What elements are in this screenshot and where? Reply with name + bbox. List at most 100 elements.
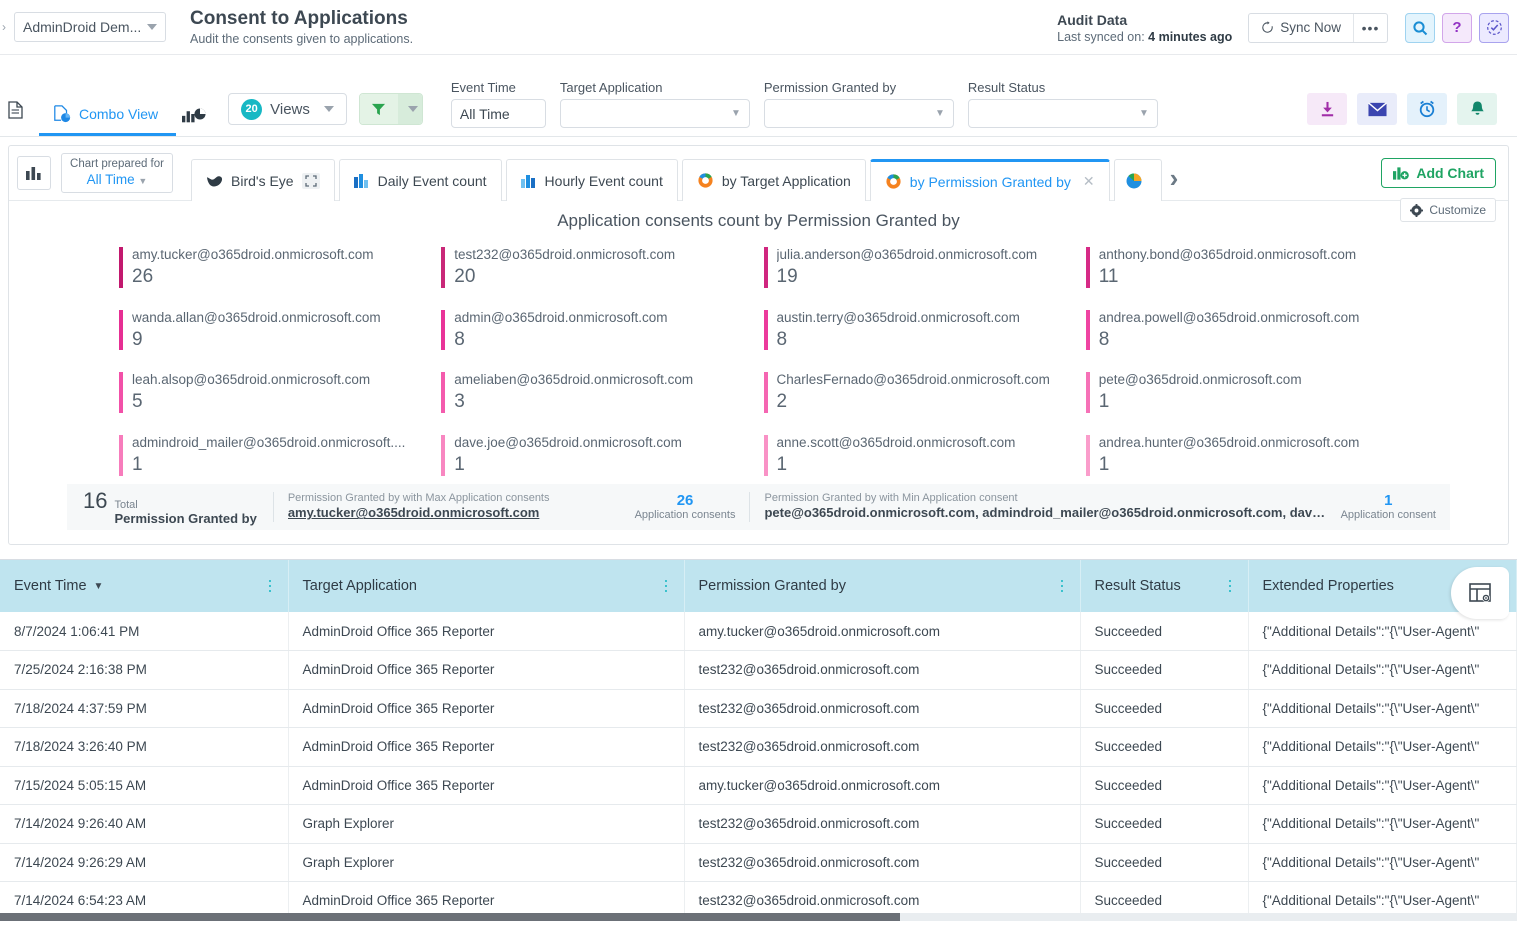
add-chart-button[interactable]: Add Chart	[1381, 158, 1496, 188]
cell-extended-properties: {"Additional Details":"{\"User-Agent\"	[1248, 651, 1517, 690]
kpi-item[interactable]: test232@o365droid.onmicrosoft.com 20	[441, 247, 763, 288]
table-row[interactable]: 7/25/2024 2:16:38 PM AdminDroid Office 3…	[0, 651, 1517, 690]
summary-max-value[interactable]: amy.tucker@o365droid.onmicrosoft.com	[288, 505, 623, 522]
kpi-item[interactable]: ameliaben@o365droid.onmicrosoft.com 3	[441, 372, 763, 413]
filter-button[interactable]	[360, 94, 398, 124]
sync-now-label: Sync Now	[1280, 20, 1341, 35]
filter-result-status-select[interactable]: ▼	[968, 99, 1158, 128]
kpi-item[interactable]: dave.joe@o365droid.onmicrosoft.com 1	[441, 435, 763, 476]
chart-tab-extra[interactable]	[1114, 159, 1162, 201]
kpi-item[interactable]: andrea.hunter@o365droid.onmicrosoft.com …	[1086, 435, 1408, 476]
table-header-target-application-label: Target Application	[303, 578, 417, 594]
table-header-target-application[interactable]: Target Application ⋮	[288, 560, 684, 612]
column-menu-icon[interactable]: ⋮	[659, 582, 674, 591]
page-heading: Consent to Applications Audit the consen…	[190, 8, 413, 47]
table-header-result-status[interactable]: Result Status ⋮	[1080, 560, 1248, 612]
cell-target-application: AdminDroid Office 365 Reporter	[288, 766, 684, 805]
filter-dropdown-button[interactable]	[398, 94, 422, 124]
column-menu-icon[interactable]: ⋮	[263, 582, 278, 591]
kpi-item[interactable]: admindroid_mailer@o365droid.onmicrosoft.…	[119, 435, 441, 476]
close-icon[interactable]: ✕	[1083, 173, 1095, 190]
kpi-value: 2	[777, 391, 1078, 413]
table-row[interactable]: 7/14/2024 9:26:29 AM Graph Explorer test…	[0, 843, 1517, 882]
filter-event-time-input[interactable]: All Time	[451, 99, 546, 128]
table-row[interactable]: 7/15/2024 5:05:15 AM AdminDroid Office 3…	[0, 766, 1517, 805]
sync-now-button[interactable]: Sync Now	[1249, 14, 1353, 42]
chart-tab-by-permission-granted-by[interactable]: by Permission Granted by ✕	[870, 159, 1110, 201]
kpi-item[interactable]: anne.scott@o365droid.onmicrosoft.com 1	[764, 435, 1086, 476]
chart-tab-birds-eye[interactable]: Bird's Eye	[191, 159, 335, 201]
tab-combo-view-label: Combo View	[79, 106, 158, 122]
kpi-value: 1	[777, 454, 1078, 476]
kpi-item[interactable]: admin@o365droid.onmicrosoft.com 8	[441, 310, 763, 351]
cell-result-status: Succeeded	[1080, 843, 1248, 882]
table-row[interactable]: 7/14/2024 9:26:40 AM Graph Explorer test…	[0, 805, 1517, 844]
chart-view-toggle-icon[interactable]	[182, 104, 206, 124]
task-check-icon[interactable]	[1479, 13, 1509, 43]
table-header-event-time[interactable]: Event Time ▼ ⋮	[0, 560, 288, 612]
add-chart-label: Add Chart	[1416, 165, 1484, 181]
sync-more-button[interactable]: •••	[1353, 14, 1387, 42]
expand-icon[interactable]	[302, 173, 320, 189]
report-doc-icon[interactable]	[8, 101, 23, 124]
chart-tab-daily-event-count[interactable]: Daily Event count	[339, 159, 502, 201]
schedule-icon[interactable]	[1407, 93, 1447, 125]
kpi-item[interactable]: leah.alsop@o365droid.onmicrosoft.com 5	[119, 372, 441, 413]
table-header-permission-granted-by[interactable]: Permission Granted by ⋮	[684, 560, 1080, 612]
chart-list-icon[interactable]	[17, 156, 51, 190]
column-menu-icon[interactable]: ⋮	[1055, 582, 1070, 591]
filter-target-application: Target Application ▼	[560, 80, 750, 128]
horizontal-scrollbar[interactable]	[0, 913, 1517, 921]
chart-prepared-for[interactable]: Chart prepared for All Time ▼	[61, 153, 173, 193]
scrollbar-thumb[interactable]	[0, 913, 900, 921]
kpi-item[interactable]: wanda.allan@o365droid.onmicrosoft.com 9	[119, 310, 441, 351]
donut-icon	[697, 172, 714, 189]
column-menu-icon[interactable]: ⋮	[1223, 582, 1238, 591]
kpi-value: 3	[454, 391, 755, 413]
help-icon[interactable]: ?	[1442, 13, 1472, 43]
kpi-item[interactable]: anthony.bond@o365droid.onmicrosoft.com 1…	[1086, 247, 1408, 288]
back-chevron-icon[interactable]: ›	[0, 20, 10, 34]
bar-chart-icon	[521, 174, 537, 188]
table-settings-button[interactable]	[1451, 567, 1509, 619]
chart-tab-hourly-event-count[interactable]: Hourly Event count	[506, 159, 678, 201]
kpi-item[interactable]: austin.terry@o365droid.onmicrosoft.com 8	[764, 310, 1086, 351]
cell-extended-properties: {"Additional Details":"{\"User-Agent\"	[1248, 689, 1517, 728]
summary-min: Permission Granted by with Min Applicati…	[750, 492, 1450, 523]
cell-result-status: Succeeded	[1080, 728, 1248, 767]
filter-event-time: Event Time All Time	[451, 80, 546, 128]
kpi-item[interactable]: amy.tucker@o365droid.onmicrosoft.com 26	[119, 247, 441, 288]
kpi-item[interactable]: julia.anderson@o365droid.onmicrosoft.com…	[764, 247, 1086, 288]
kpi-item[interactable]: andrea.powell@o365droid.onmicrosoft.com …	[1086, 310, 1408, 351]
chart-tab-by-target-application[interactable]: by Target Application	[682, 159, 866, 201]
table-row[interactable]: 7/18/2024 4:37:59 PM AdminDroid Office 3…	[0, 689, 1517, 728]
download-icon[interactable]	[1307, 93, 1347, 125]
alert-icon[interactable]	[1457, 93, 1497, 125]
table-row[interactable]: 7/18/2024 3:26:40 PM AdminDroid Office 3…	[0, 728, 1517, 767]
cell-event-time: 7/15/2024 5:05:15 AM	[0, 766, 288, 805]
tab-combo-view[interactable]: Combo View	[39, 105, 176, 136]
summary-max: Permission Granted by with Max Applicati…	[274, 492, 750, 523]
org-selector[interactable]: AdminDroid Dem...	[14, 12, 166, 42]
email-icon[interactable]	[1357, 93, 1397, 125]
chevron-down-icon[interactable]: ▼	[94, 581, 104, 592]
summary-total-label-2: Permission Granted by	[114, 511, 256, 527]
chart-prepared-value: All Time ▼	[87, 172, 148, 188]
pie-icon	[1125, 172, 1143, 190]
filter-target-application-select[interactable]: ▼	[560, 99, 750, 128]
kpi-item[interactable]: pete@o365droid.onmicrosoft.com 1	[1086, 372, 1408, 413]
table-row[interactable]: 8/7/2024 1:06:41 PM AdminDroid Office 36…	[0, 612, 1517, 651]
customize-button[interactable]: Customize	[1400, 198, 1496, 222]
kpi-label: ameliaben@o365droid.onmicrosoft.com	[454, 372, 755, 389]
filter-target-application-label: Target Application	[560, 80, 750, 95]
cell-event-time: 7/18/2024 3:26:40 PM	[0, 728, 288, 767]
views-button[interactable]: 20 Views	[228, 93, 347, 125]
filter-permission-granted-by-select[interactable]: ▼	[764, 99, 954, 128]
cell-result-status: Succeeded	[1080, 766, 1248, 805]
chart-panel: Chart prepared for All Time ▼ Bird's Eye	[8, 145, 1509, 545]
chart-tabs-next-button[interactable]: ›	[1170, 163, 1179, 194]
search-icon[interactable]	[1405, 13, 1435, 43]
kpi-item[interactable]: CharlesFernado@o365droid.onmicrosoft.com…	[764, 372, 1086, 413]
document-glyph	[8, 101, 23, 119]
summary-total: 16 Total Permission Granted by	[67, 488, 273, 527]
